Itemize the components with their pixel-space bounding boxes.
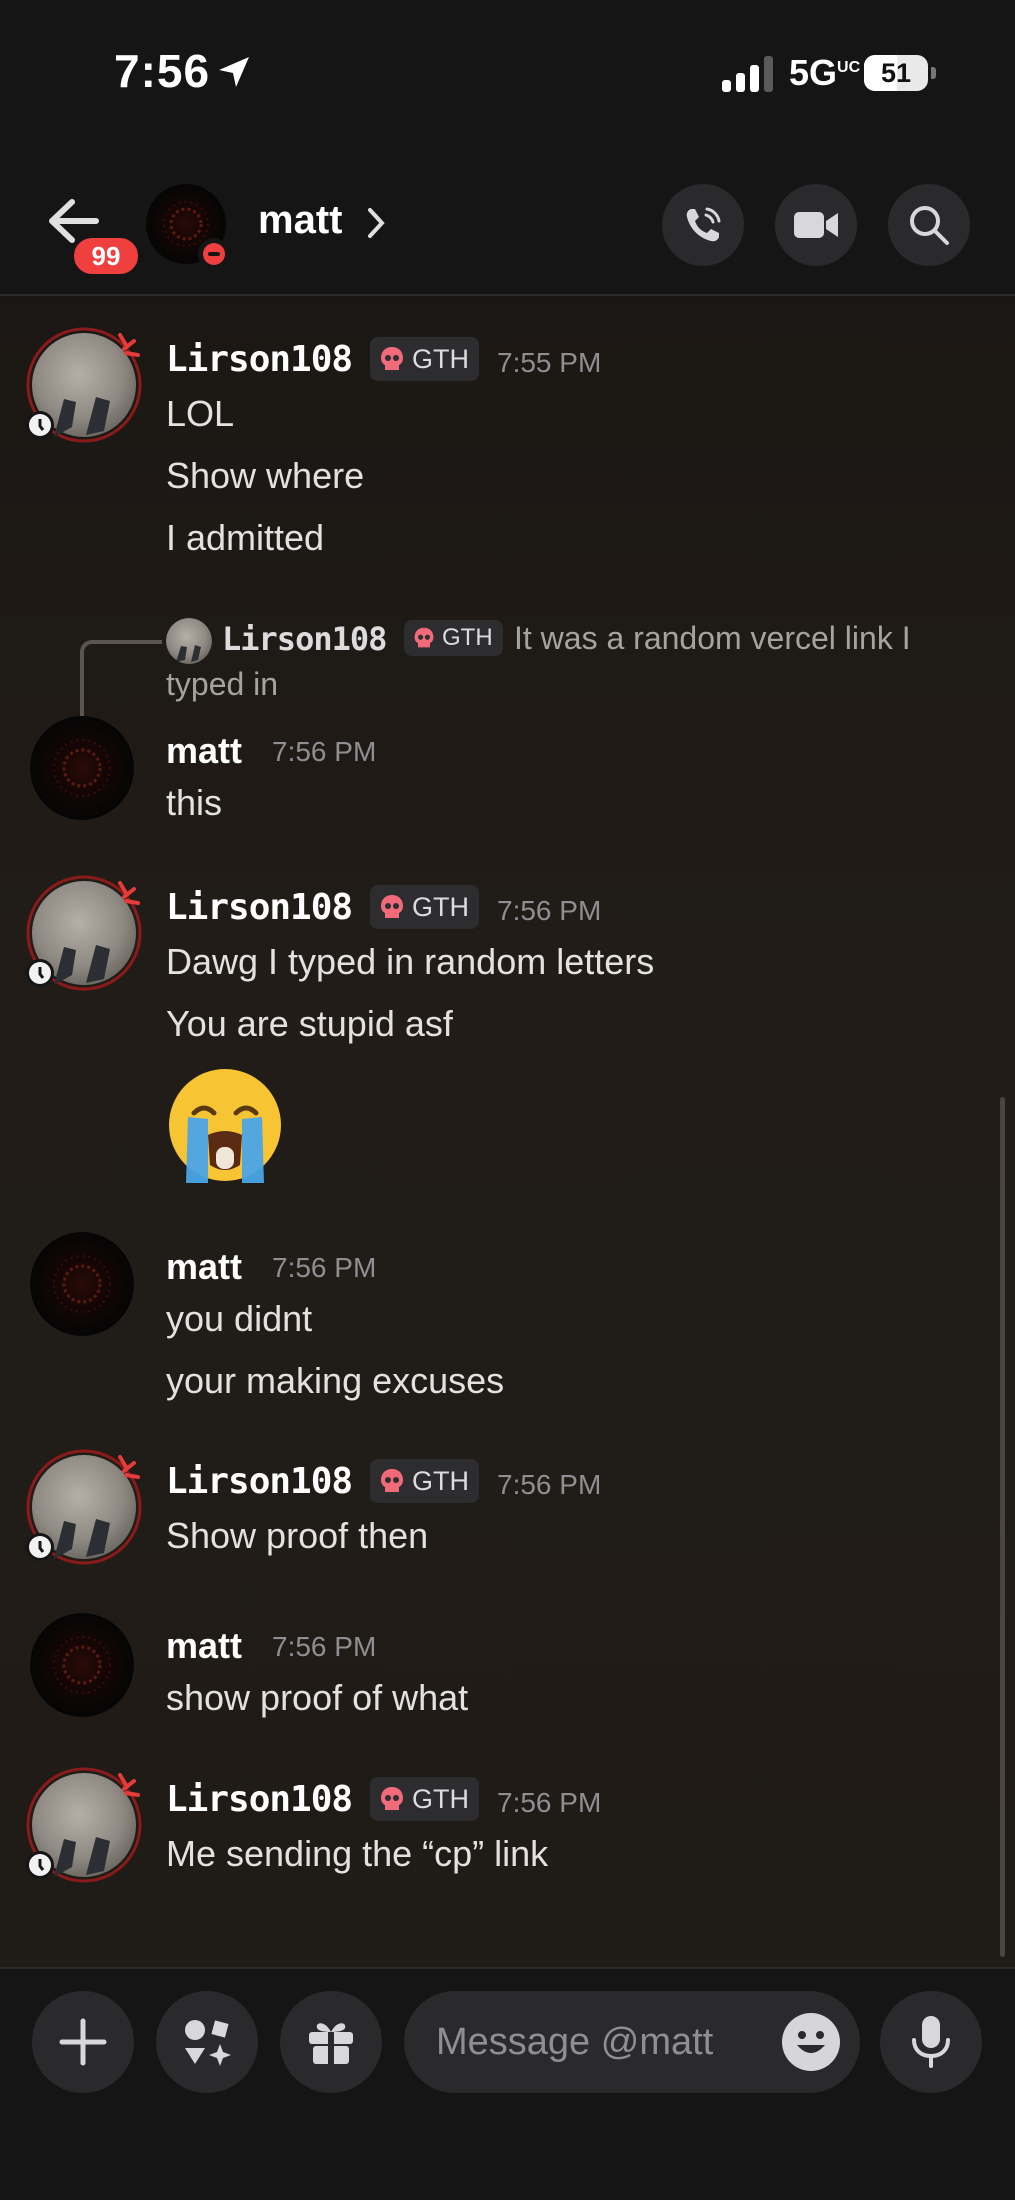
video-camera-icon bbox=[794, 212, 838, 238]
reply-avatar[interactable] bbox=[166, 618, 212, 664]
apps-button[interactable] bbox=[156, 1991, 258, 2093]
message-text[interactable]: You are stupid asf bbox=[166, 1003, 453, 1045]
message-text[interactable]: this bbox=[166, 782, 222, 824]
clan-tag[interactable]: GTH bbox=[370, 337, 479, 381]
dm-header: 99 matt bbox=[0, 150, 1015, 296]
loudly-crying-face-icon[interactable] bbox=[166, 1065, 284, 1183]
battery-icon: 51 bbox=[864, 55, 928, 91]
reply-preview-text[interactable]: typed in bbox=[166, 666, 278, 703]
contact-name[interactable]: matt bbox=[258, 198, 342, 243]
author-name[interactable]: Lirson108 bbox=[166, 1779, 353, 1820]
skull-icon bbox=[414, 627, 434, 648]
emoji-icon bbox=[797, 2031, 825, 2053]
message-text[interactable]: show proof of what bbox=[166, 1677, 468, 1719]
emoji-button[interactable] bbox=[782, 2013, 840, 2071]
avatar[interactable] bbox=[24, 1767, 142, 1885]
avatar[interactable] bbox=[30, 1613, 134, 1717]
network-type: 5GUC bbox=[789, 52, 861, 93]
status-bar: 7:56 5GUC 51 bbox=[0, 0, 1015, 150]
message-timestamp: 7:56 PM bbox=[272, 1631, 377, 1662]
message-timestamp: 7:56 PM bbox=[497, 1469, 602, 1500]
message-composer: Message @matt bbox=[0, 1967, 1015, 2200]
avatar[interactable] bbox=[24, 327, 142, 445]
microphone-icon bbox=[912, 2016, 950, 2068]
clan-tag[interactable]: GTH bbox=[404, 620, 503, 656]
message-timestamp: 7:56 PM bbox=[272, 1252, 377, 1283]
author-name[interactable]: Lirson108 bbox=[166, 887, 353, 928]
author-name[interactable]: Lirson108 bbox=[166, 339, 353, 380]
battery-level: 51 bbox=[880, 58, 912, 88]
author-name[interactable]: matt bbox=[166, 730, 242, 772]
voice-call-button[interactable] bbox=[662, 184, 744, 266]
skull-icon bbox=[381, 1787, 403, 1810]
message-text[interactable]: Dawg I typed in random letters bbox=[166, 941, 654, 983]
message-input-placeholder: Message @matt bbox=[436, 2021, 714, 2063]
status-time: 7:56 bbox=[114, 45, 211, 97]
apps-icon bbox=[185, 2020, 231, 2066]
message-timestamp: 7:56 PM bbox=[497, 1787, 602, 1818]
message-list[interactable]: Lirson108 GTH 7:55 PM LOL Show where I a… bbox=[0, 297, 1015, 1967]
plus-icon bbox=[59, 2018, 107, 2066]
search-button[interactable] bbox=[888, 184, 970, 266]
message-text[interactable]: you didnt bbox=[166, 1298, 312, 1340]
author-name[interactable]: matt bbox=[166, 1625, 242, 1667]
reply-author[interactable]: Lirson108 bbox=[222, 620, 387, 658]
avatar[interactable] bbox=[30, 1232, 134, 1336]
skull-icon bbox=[381, 1469, 403, 1492]
reply-connector bbox=[80, 640, 162, 716]
location-arrow-icon bbox=[219, 57, 249, 87]
scrollbar[interactable] bbox=[1000, 1097, 1005, 1957]
message-timestamp: 7:56 PM bbox=[272, 736, 377, 767]
clan-tag[interactable]: GTH bbox=[370, 1459, 479, 1503]
message-input[interactable]: Message @matt bbox=[404, 1991, 860, 2093]
skull-icon bbox=[381, 347, 403, 370]
clan-tag[interactable]: GTH bbox=[370, 1777, 479, 1821]
message-text[interactable]: your making excuses bbox=[166, 1360, 504, 1402]
avatar[interactable] bbox=[30, 716, 134, 820]
skull-icon bbox=[381, 895, 403, 918]
search-icon bbox=[910, 206, 949, 245]
message-text[interactable]: Me sending the “cp” link bbox=[166, 1833, 548, 1875]
dnd-status-icon bbox=[198, 238, 230, 270]
message-text[interactable]: Show proof then bbox=[166, 1515, 428, 1557]
cellular-signal-icon bbox=[722, 56, 778, 92]
message-text[interactable]: Show where bbox=[166, 455, 364, 497]
message-text[interactable]: I admitted bbox=[166, 517, 324, 559]
gift-button[interactable] bbox=[280, 1991, 382, 2093]
message-timestamp: 7:55 PM bbox=[497, 347, 602, 378]
chevron-right-icon[interactable] bbox=[366, 206, 386, 240]
gift-icon bbox=[309, 2023, 353, 2064]
message-timestamp: 7:56 PM bbox=[497, 895, 602, 926]
clan-tag[interactable]: GTH bbox=[370, 885, 479, 929]
message-text[interactable]: LOL bbox=[166, 393, 234, 435]
avatar[interactable] bbox=[24, 1449, 142, 1567]
video-call-button[interactable] bbox=[775, 184, 857, 266]
voice-message-button[interactable] bbox=[880, 1991, 982, 2093]
author-name[interactable]: matt bbox=[166, 1246, 242, 1288]
author-name[interactable]: Lirson108 bbox=[166, 1461, 353, 1502]
reply-preview-text[interactable]: It was a random vercel link I bbox=[514, 620, 911, 657]
phone-call-icon bbox=[686, 207, 721, 242]
attach-button[interactable] bbox=[32, 1991, 134, 2093]
avatar[interactable] bbox=[24, 875, 142, 993]
unread-badge: 99 bbox=[70, 234, 142, 278]
